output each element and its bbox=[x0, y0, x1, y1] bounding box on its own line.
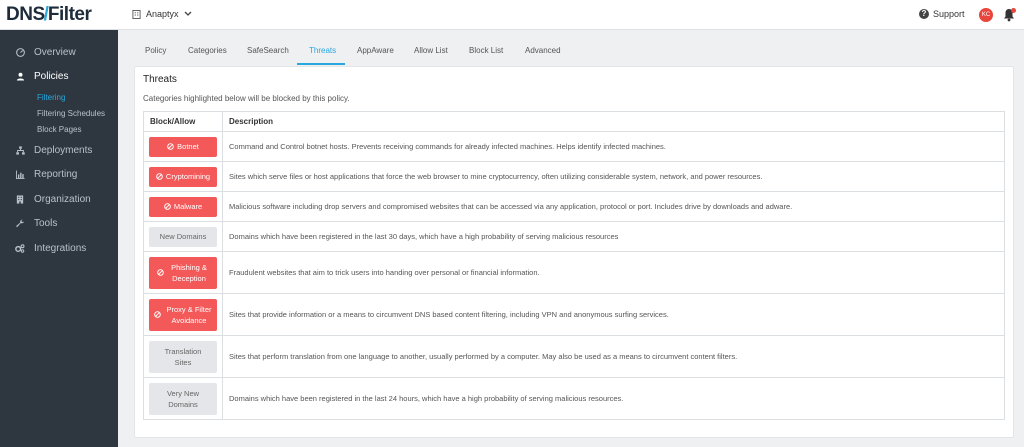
sidebar-subitem-filtering[interactable]: Filtering bbox=[37, 93, 65, 102]
notification-badge bbox=[1011, 8, 1016, 13]
threats-table: Block/Allow Description Botnet Command a… bbox=[143, 111, 1005, 420]
table-row: Botnet Command and Control botnet hosts.… bbox=[143, 131, 1005, 162]
ban-icon bbox=[164, 203, 171, 210]
sidebar-item-deployments[interactable]: Deployments bbox=[0, 139, 118, 161]
category-name: New Domains bbox=[159, 232, 207, 241]
category-name: Proxy & Filter Avoidance bbox=[166, 304, 212, 325]
sidebar-item-label: Policies bbox=[34, 70, 69, 82]
column-header-block-allow: Block/Allow bbox=[143, 111, 223, 132]
panel-subtitle: Categories highlighted below will be blo… bbox=[143, 94, 350, 103]
tab-block-list[interactable]: Block List bbox=[469, 46, 503, 55]
tab-policy[interactable]: Policy bbox=[145, 46, 166, 55]
category-description: Command and Control botnet hosts. Preven… bbox=[222, 131, 1005, 162]
block-allow-cell: Proxy & Filter Avoidance bbox=[143, 293, 223, 336]
overview-icon bbox=[15, 47, 25, 57]
tab-threats[interactable]: Threats bbox=[309, 46, 336, 55]
org-name: Anaptyx bbox=[146, 9, 179, 19]
tab-categories[interactable]: Categories bbox=[188, 46, 227, 55]
dnsfilter-logo[interactable]: DNS / Filter bbox=[6, 4, 92, 26]
category-name: Malware bbox=[173, 202, 203, 211]
category-description: Sites which serve files or host applicat… bbox=[222, 161, 1005, 192]
category-toggle-proxy-filter-avoidance[interactable]: Proxy & Filter Avoidance bbox=[149, 298, 217, 331]
sidebar-item-label: Reporting bbox=[34, 168, 78, 180]
column-header-description: Description bbox=[222, 111, 1005, 132]
category-toggle-phishing-deception[interactable]: Phishing & Deception bbox=[149, 256, 217, 289]
org-switcher[interactable]: Anaptyx bbox=[132, 9, 192, 19]
table-row: Translation Sites Sites that perform tra… bbox=[143, 335, 1005, 378]
category-name: Very New Domains bbox=[166, 388, 200, 409]
active-tab-indicator bbox=[297, 63, 345, 65]
table-row: Malware Malicious software including dro… bbox=[143, 191, 1005, 222]
sidebar-item-overview[interactable]: Overview bbox=[0, 41, 118, 63]
top-bar: DNS / Filter Anaptyx ? Support KC bbox=[0, 0, 1024, 30]
block-allow-cell: Cryptomining bbox=[143, 161, 223, 192]
support-link[interactable]: ? Support bbox=[919, 9, 965, 19]
logo-text-right: Filter bbox=[47, 4, 92, 25]
sitemap-icon bbox=[15, 145, 25, 155]
category-toggle-cryptomining[interactable]: Cryptomining bbox=[149, 166, 217, 187]
category-toggle-translation-sites[interactable]: Translation Sites bbox=[149, 340, 217, 373]
table-row: New Domains Domains which have been regi… bbox=[143, 221, 1005, 252]
block-allow-cell: Translation Sites bbox=[143, 335, 223, 378]
tab-safesearch[interactable]: SafeSearch bbox=[247, 46, 289, 55]
block-allow-cell: Phishing & Deception bbox=[143, 251, 223, 294]
category-name: Botnet bbox=[177, 142, 199, 151]
ban-icon bbox=[154, 311, 161, 318]
category-toggle-malware[interactable]: Malware bbox=[149, 196, 217, 217]
category-description: Sites that provide information or a mean… bbox=[222, 293, 1005, 336]
cogs-icon bbox=[15, 243, 25, 253]
sidebar-item-policies[interactable]: Policies bbox=[0, 65, 118, 87]
sidebar-item-label: Integrations bbox=[34, 242, 87, 254]
category-name: Cryptomining bbox=[165, 172, 211, 181]
block-allow-cell: Malware bbox=[143, 191, 223, 222]
chevron-down-icon bbox=[184, 11, 192, 17]
sidebar-subitem-block-pages[interactable]: Block Pages bbox=[37, 125, 81, 134]
block-allow-cell: Botnet bbox=[143, 131, 223, 162]
table-row: Very New Domains Domains which have been… bbox=[143, 377, 1005, 420]
sidebar-item-organization[interactable]: Organization bbox=[0, 188, 118, 210]
table-header-row: Block/Allow Description bbox=[143, 111, 1005, 132]
sidebar: Overview Policies Filtering Filtering Sc… bbox=[0, 30, 118, 447]
category-name: Translation Sites bbox=[164, 346, 202, 367]
panel-title: Threats bbox=[143, 74, 177, 85]
category-description: Malicious software including drop server… bbox=[222, 191, 1005, 222]
category-description: Fraudulent websites that aim to trick us… bbox=[222, 251, 1005, 294]
sidebar-item-label: Overview bbox=[34, 46, 76, 58]
block-allow-cell: New Domains bbox=[143, 221, 223, 252]
logo-text-left: DNS bbox=[6, 4, 45, 25]
sidebar-item-label: Tools bbox=[34, 217, 58, 229]
sidebar-item-integrations[interactable]: Integrations bbox=[0, 237, 118, 259]
category-toggle-very-new-domains[interactable]: Very New Domains bbox=[149, 382, 217, 415]
category-description: Sites that perform translation from one … bbox=[222, 335, 1005, 378]
ban-icon bbox=[157, 269, 164, 276]
user-avatar[interactable]: KC bbox=[979, 8, 993, 22]
sidebar-item-tools[interactable]: Tools bbox=[0, 212, 118, 234]
category-description: Domains which have been registered in th… bbox=[222, 377, 1005, 420]
wrench-icon bbox=[15, 218, 25, 228]
question-circle-icon: ? bbox=[919, 9, 929, 19]
threats-panel: Threats Categories highlighted below wil… bbox=[134, 66, 1014, 438]
table-row: Phishing & Deception Fraudulent websites… bbox=[143, 251, 1005, 294]
category-toggle-new-domains[interactable]: New Domains bbox=[149, 226, 217, 247]
ban-icon bbox=[167, 143, 174, 150]
category-description: Domains which have been registered in th… bbox=[222, 221, 1005, 252]
block-allow-cell: Very New Domains bbox=[143, 377, 223, 420]
sidebar-subitem-filtering-schedules[interactable]: Filtering Schedules bbox=[37, 109, 105, 118]
sidebar-item-label: Deployments bbox=[34, 144, 93, 156]
bar-chart-icon bbox=[15, 169, 25, 179]
user-icon bbox=[15, 71, 25, 81]
ban-icon bbox=[156, 173, 163, 180]
category-toggle-botnet[interactable]: Botnet bbox=[149, 136, 217, 157]
tab-advanced[interactable]: Advanced bbox=[525, 46, 561, 55]
category-name: Phishing & Deception bbox=[171, 262, 207, 283]
building-icon bbox=[132, 9, 141, 19]
table-row: Cryptomining Sites which serve files or … bbox=[143, 161, 1005, 192]
sidebar-item-reporting[interactable]: Reporting bbox=[0, 163, 118, 185]
table-row: Proxy & Filter Avoidance Sites that prov… bbox=[143, 293, 1005, 336]
tab-appaware[interactable]: AppAware bbox=[357, 46, 394, 55]
building-icon bbox=[15, 194, 25, 204]
tab-allow-list[interactable]: Allow List bbox=[414, 46, 448, 55]
sidebar-item-label: Organization bbox=[34, 193, 91, 205]
support-label: Support bbox=[933, 9, 965, 19]
